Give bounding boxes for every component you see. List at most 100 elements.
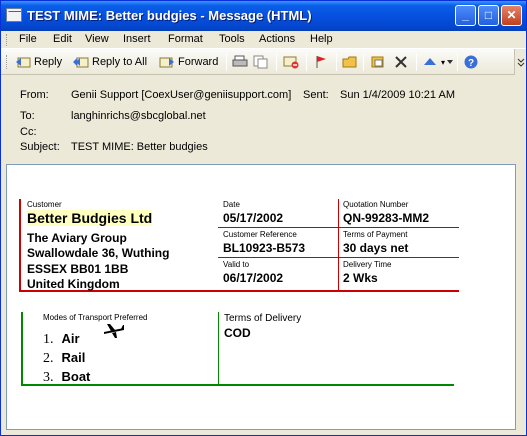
subject-value: TEST MIME: Better budgies: [71, 141, 208, 153]
minimize-button[interactable]: _: [455, 5, 476, 26]
delete-icon: [393, 55, 409, 69]
svg-text:?: ?: [468, 58, 474, 69]
toolbar-separator: [416, 53, 417, 71]
to-label: To:: [20, 110, 35, 122]
address-line: United Kingdom: [27, 277, 120, 291]
menu-help[interactable]: Help: [310, 33, 333, 45]
airplane-icon: [103, 323, 125, 342]
reply-all-icon: [73, 55, 89, 69]
toolbar-separator: [336, 53, 337, 71]
menu-view[interactable]: View: [85, 33, 109, 45]
transport-number: 1.: [43, 332, 54, 347]
terms-of-payment-label: Terms of Payment: [343, 230, 408, 239]
transport-item: 3. Boat: [43, 369, 90, 386]
from-label: From:: [20, 89, 49, 101]
customer-reference-value: BL10923-B573: [223, 241, 306, 255]
red-column-divider: [338, 199, 339, 290]
transport-mode: Rail: [61, 350, 86, 365]
reply-label: Reply: [34, 56, 63, 68]
subject-label: Subject:: [20, 141, 60, 153]
valid-to-label: Valid to: [223, 260, 250, 269]
menu-bar: File Edit View Insert Format Tools Actio…: [1, 31, 526, 49]
print-button[interactable]: [232, 52, 251, 72]
to-value[interactable]: langhinrichs@sbcglobal.net: [71, 110, 206, 122]
delivery-time-label: Delivery Time: [343, 260, 392, 269]
customer-reference-label: Customer Reference: [223, 230, 297, 239]
toolbar-grip[interactable]: [6, 55, 9, 69]
window-title: TEST MIME: Better budgies - Message (HTM…: [27, 8, 312, 23]
message-window: TEST MIME: Better budgies - Message (HTM…: [0, 0, 527, 436]
menu-insert[interactable]: Insert: [123, 33, 151, 45]
transport-number: 2.: [43, 351, 54, 366]
from-value[interactable]: Genii Support [CoexUser@geniisupport.com…: [71, 89, 291, 101]
message-body[interactable]: Customer Better Budgies Ltd The Aviary G…: [6, 164, 516, 430]
close-button[interactable]: ✕: [501, 5, 522, 26]
folder-icon: [342, 55, 358, 69]
copy-button[interactable]: [253, 52, 272, 72]
red-left-border: [19, 199, 21, 292]
forward-button[interactable]: Forward: [159, 52, 218, 72]
copy-icon: [253, 55, 269, 69]
transport-mode: Air: [61, 331, 80, 346]
address-line: Swallowdale 36, Wuthing: [27, 246, 170, 260]
quotation-number-label: Quotation Number: [343, 200, 409, 209]
toolbar: Reply Reply to All Forward ▾ ?: [1, 49, 526, 75]
customer-label: Customer: [27, 200, 62, 209]
green-column-divider: [218, 312, 219, 384]
forward-icon: [159, 55, 175, 69]
address-line: ESSEX BB01 1BB: [27, 262, 129, 276]
flag-button[interactable]: [313, 52, 332, 72]
forward-label: Forward: [178, 56, 219, 68]
up-arrow-icon: [422, 55, 438, 69]
terms-of-payment-value: 30 days net: [343, 241, 409, 255]
menu-edit[interactable]: Edit: [53, 33, 72, 45]
message-header: From: Genii Support [CoexUser@geniisuppo…: [1, 75, 526, 163]
down-arrow-icon: [446, 55, 454, 69]
address-line: The Aviary Group: [27, 231, 127, 245]
flag-icon: [313, 55, 329, 69]
date-value: 05/17/2002: [223, 211, 284, 225]
envelope-blocked-icon: [283, 55, 299, 69]
envelope-icon: [6, 8, 22, 22]
sent-value: Sun 1/4/2009 10:21 AM: [340, 89, 455, 101]
valid-to-value: 06/17/2002: [223, 271, 284, 285]
transport-number: 3.: [43, 370, 54, 385]
transport-mode: Boat: [61, 369, 91, 384]
toolbar-separator: [276, 53, 277, 71]
reply-all-label: Reply to All: [92, 56, 148, 68]
help-button[interactable]: ?: [463, 52, 482, 72]
menu-tools[interactable]: Tools: [219, 33, 245, 45]
maximize-button[interactable]: □: [478, 5, 499, 26]
customer-name: Better Budgies Ltd: [27, 210, 153, 226]
title-bar[interactable]: TEST MIME: Better budgies - Message (HTM…: [1, 1, 526, 31]
menu-file[interactable]: File: [19, 33, 37, 45]
green-left-border: [21, 312, 23, 386]
date-label: Date: [223, 200, 240, 209]
move-folder-button[interactable]: [342, 52, 361, 72]
menu-actions[interactable]: Actions: [259, 33, 295, 45]
sent-label: Sent:: [303, 89, 329, 101]
delete-button[interactable]: [393, 52, 412, 72]
toolbar-separator: [226, 53, 227, 71]
toolbar-separator: [306, 53, 307, 71]
quotation-number-value: QN-99283-MM2: [343, 211, 430, 225]
reply-button[interactable]: Reply: [15, 52, 62, 72]
transport-label: Modes of Transport Preferred: [43, 313, 148, 322]
menu-grip[interactable]: [6, 34, 9, 46]
transport-item: 2. Rail: [43, 350, 85, 367]
previous-item-button[interactable]: ▾: [422, 52, 445, 72]
terms-of-delivery-label: Terms of Delivery: [224, 313, 302, 324]
chevron-down-icon: ▾: [441, 57, 446, 67]
menu-format[interactable]: Format: [168, 33, 203, 45]
toolbar-separator: [363, 53, 364, 71]
move-to-folder-button[interactable]: [370, 52, 389, 72]
junk-button[interactable]: [283, 52, 302, 72]
cc-label: Cc:: [20, 126, 37, 138]
toolbar-chevron[interactable]: [514, 49, 526, 75]
reply-all-button[interactable]: Reply to All: [73, 52, 147, 72]
reply-icon: [15, 55, 31, 69]
toolbar-separator: [457, 53, 458, 71]
next-item-button[interactable]: [446, 52, 457, 72]
print-icon: [232, 55, 248, 69]
transport-item: 1. Air: [43, 331, 80, 348]
